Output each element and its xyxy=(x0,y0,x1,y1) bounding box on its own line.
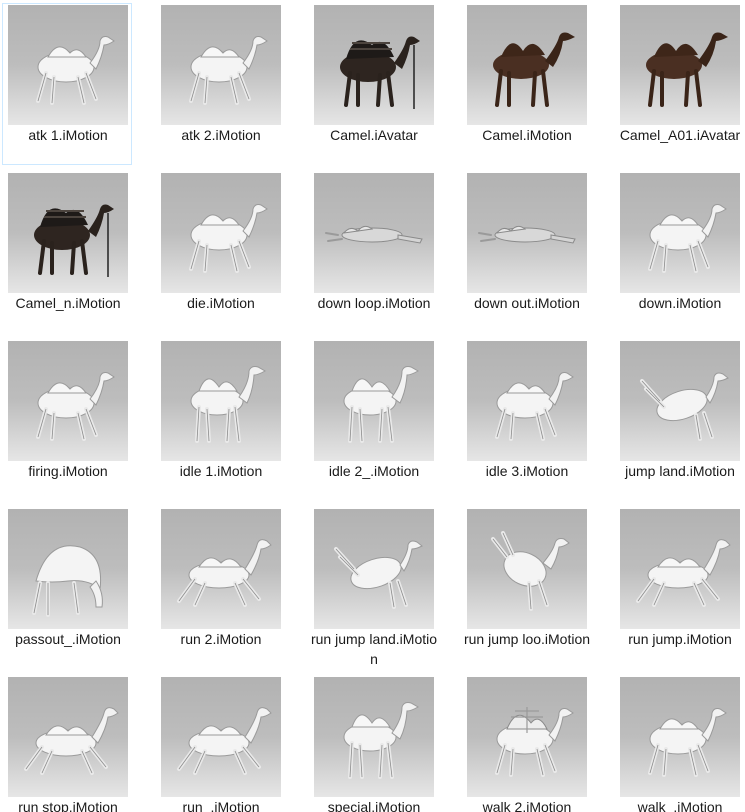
file-name-label: Camel_n.iMotion xyxy=(15,295,121,311)
file-grid: atk 1.iMotion atk 2.iMotion Camel.iAvata… xyxy=(0,0,745,812)
file-item[interactable]: down.iMotion xyxy=(614,171,744,333)
file-item[interactable]: special.iMotion xyxy=(308,675,438,812)
file-item[interactable]: atk 1.iMotion xyxy=(2,3,132,165)
file-item[interactable]: Camel_n.iMotion xyxy=(2,171,132,333)
file-item[interactable]: Camel_A01.iAvatar xyxy=(614,3,744,165)
camel-white-run-thumbnail xyxy=(620,509,740,629)
camel-white-standing-thumbnail xyxy=(314,341,434,461)
file-item[interactable]: run jump.iMotion xyxy=(614,507,744,669)
file-item[interactable]: run jump land.iMotion xyxy=(308,507,438,669)
camel-white-bent-thumbnail xyxy=(8,509,128,629)
file-item[interactable]: run stop.iMotion xyxy=(2,675,132,812)
file-name-label: down.iMotion xyxy=(638,295,722,311)
file-name-label: Camel.iMotion xyxy=(482,127,572,143)
camel-white-run-thumbnail xyxy=(8,677,128,797)
file-item[interactable]: passout_.iMotion xyxy=(2,507,132,669)
camel-lying-thumbnail xyxy=(467,173,587,293)
file-item[interactable]: jump land.iMotion xyxy=(614,339,744,501)
file-item[interactable]: idle 3.iMotion xyxy=(461,339,591,501)
file-name-label: idle 2_.iMotion xyxy=(328,463,420,479)
file-item[interactable]: atk 2.iMotion xyxy=(155,3,285,165)
file-name-label: run jump loo.iMotion xyxy=(463,631,591,647)
file-item[interactable]: down out.iMotion xyxy=(461,171,591,333)
file-name-label: run jump.iMotion xyxy=(628,631,732,647)
file-item[interactable]: run 2.iMotion xyxy=(155,507,285,669)
file-name-label: walk 2.iMotion xyxy=(482,799,572,812)
file-name-label: special.iMotion xyxy=(327,799,421,812)
camel-white-walk-thumbnail xyxy=(620,173,740,293)
camel-brown-thumbnail xyxy=(467,5,587,125)
file-name-label: run stop.iMotion xyxy=(18,799,118,812)
file-name-label: atk 1.iMotion xyxy=(28,127,108,143)
camel-white-standing-thumbnail xyxy=(314,677,434,797)
file-item[interactable]: die.iMotion xyxy=(155,171,285,333)
file-name-label: firing.iMotion xyxy=(28,463,108,479)
camel-white-walk-thumbnail xyxy=(161,5,281,125)
file-name-label: down loop.iMotion xyxy=(317,295,431,311)
camel-saddled-dark-thumbnail xyxy=(8,173,128,293)
camel-white-run-thumbnail xyxy=(161,677,281,797)
file-name-label: passout_.iMotion xyxy=(15,631,121,647)
camel-white-walk-thumbnail xyxy=(8,5,128,125)
file-item[interactable]: run_.iMotion xyxy=(155,675,285,812)
file-name-label: idle 3.iMotion xyxy=(485,463,569,479)
camel-white-walk-thumbnail xyxy=(620,677,740,797)
file-name-label: run 2.iMotion xyxy=(180,631,262,647)
camel-saddled-dark-thumbnail xyxy=(314,5,434,125)
file-name-label: die.iMotion xyxy=(187,295,255,311)
camel-white-standing-thumbnail xyxy=(161,341,281,461)
camel-white-walk-thumbnail xyxy=(467,341,587,461)
camel-white-rear-thumbnail xyxy=(467,509,587,629)
file-item[interactable]: idle 2_.iMotion xyxy=(308,339,438,501)
file-item[interactable]: down loop.iMotion xyxy=(308,171,438,333)
file-item[interactable]: Camel.iAvatar xyxy=(308,3,438,165)
camel-white-walk-thumbnail xyxy=(8,341,128,461)
camel-white-saddle-walk-thumbnail xyxy=(467,677,587,797)
file-item[interactable]: walk 2.iMotion xyxy=(461,675,591,812)
file-name-label: Camel.iAvatar xyxy=(330,127,418,143)
camel-lying-thumbnail xyxy=(314,173,434,293)
camel-white-jump-thumbnail xyxy=(314,509,434,629)
file-item[interactable]: firing.iMotion xyxy=(2,339,132,501)
file-name-label: Camel_A01.iAvatar xyxy=(619,127,741,143)
file-name-label: run_.iMotion xyxy=(182,799,260,812)
camel-white-walk-thumbnail xyxy=(161,173,281,293)
camel-white-run-thumbnail xyxy=(161,509,281,629)
file-item[interactable]: Camel.iMotion xyxy=(461,3,591,165)
file-item[interactable]: idle 1.iMotion xyxy=(155,339,285,501)
file-name-label: jump land.iMotion xyxy=(625,463,735,479)
camel-brown-thumbnail xyxy=(620,5,740,125)
file-name-label: idle 1.iMotion xyxy=(179,463,263,479)
file-name-label: atk 2.iMotion xyxy=(181,127,261,143)
file-item[interactable]: walk_.iMotion xyxy=(614,675,744,812)
file-name-label: down out.iMotion xyxy=(474,295,580,311)
file-item[interactable]: run jump loo.iMotion xyxy=(461,507,591,669)
file-name-label: run jump land.iMotion xyxy=(310,631,438,667)
file-name-label: walk_.iMotion xyxy=(637,799,723,812)
camel-white-jump-thumbnail xyxy=(620,341,740,461)
